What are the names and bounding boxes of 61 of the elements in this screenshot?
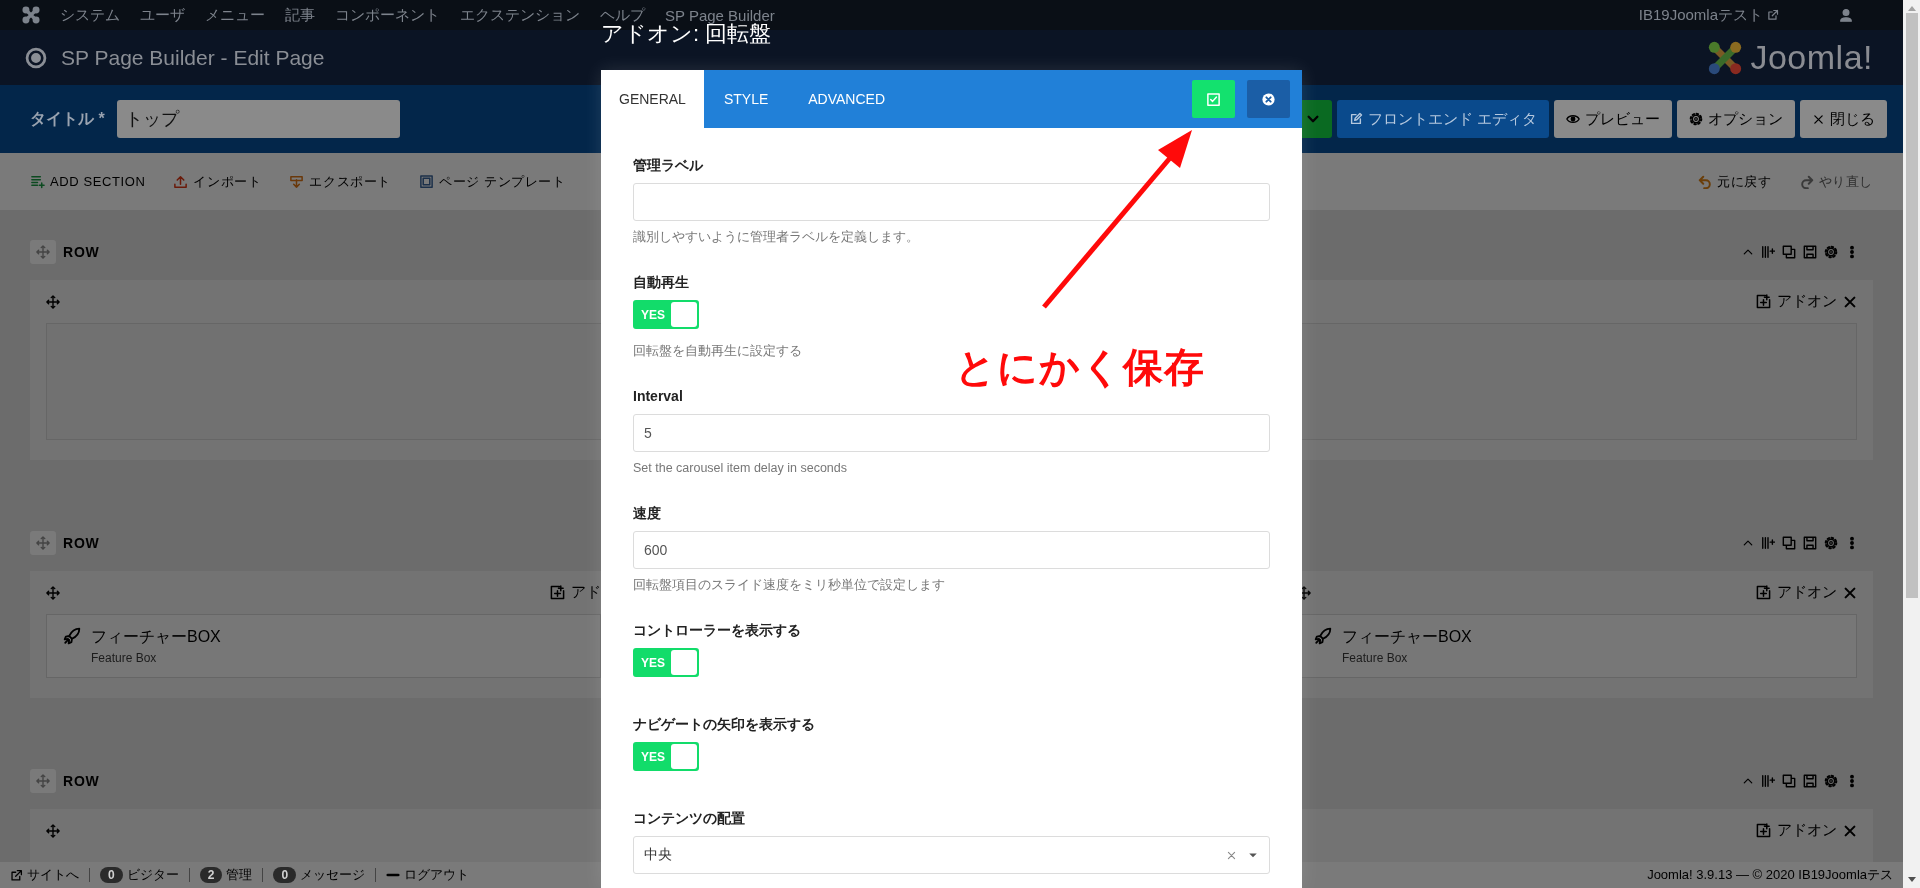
- toolbar-button[interactable]: プレビュー: [1554, 100, 1672, 138]
- row-label: ROW: [63, 244, 100, 260]
- addon-card[interactable]: フィーチャーBOX Feature Box: [46, 614, 601, 678]
- page-title: SP Page Builder - Edit Page: [61, 45, 326, 70]
- title-label: タイトル *: [30, 108, 105, 129]
- menu-item[interactable]: メニュー: [205, 5, 265, 25]
- menu-item[interactable]: システム: [60, 5, 120, 25]
- field-label: 速度: [633, 504, 662, 522]
- row-label: ROW: [63, 773, 100, 789]
- addon-subtitle: Feature Box: [91, 651, 158, 665]
- field-label: ナビゲートの矢印を表示する: [633, 715, 816, 733]
- toolbar-action[interactable]: ADD SECTION: [30, 174, 146, 189]
- tab[interactable]: STYLE: [703, 70, 789, 128]
- menu-item[interactable]: 記事: [285, 5, 315, 25]
- logo-text: Joomla!: [1750, 38, 1873, 77]
- annotation-text: とにかく保存: [955, 344, 1205, 391]
- menu-item[interactable]: ユーザ: [140, 5, 185, 25]
- status-link[interactable]: ビジター: [126, 866, 179, 884]
- addon-title: フィーチャーBOX: [1342, 627, 1472, 647]
- field-label: コントローラーを表示する: [633, 621, 802, 639]
- menu-item[interactable]: ヘルプ: [600, 5, 645, 25]
- menu-item[interactable]: SP Page Builder: [665, 6, 775, 24]
- title-field[interactable]: トップ: [116, 100, 400, 138]
- help-text: 回転盤を自動再生に設定する: [633, 343, 803, 359]
- input-field[interactable]: 5: [633, 414, 1270, 452]
- addon-subtitle: Feature Box: [1342, 651, 1409, 665]
- add-addon-link[interactable]: アドオン: [1777, 821, 1837, 840]
- status-link[interactable]: 管理: [226, 866, 253, 884]
- row-label: ROW: [63, 535, 100, 551]
- copyright-text: Joomla! 3.9.13 — © 2020 IB19Joomlaテス: [1647, 866, 1893, 884]
- add-addon-link[interactable]: アドオン: [1777, 583, 1837, 602]
- addon-title: フィーチャーBOX: [91, 627, 221, 647]
- tab[interactable]: GENERAL: [601, 70, 704, 128]
- count-badge: 0: [273, 867, 297, 883]
- field-label: 自動再生: [633, 273, 690, 291]
- undo-button[interactable]: 元に戻す: [1698, 172, 1772, 191]
- menu-item[interactable]: エクステンション: [460, 5, 580, 25]
- toolbar-button[interactable]: オプション: [1677, 100, 1795, 138]
- menu-item[interactable]: コンポーネント: [335, 5, 440, 25]
- help-text: Set the carousel item delay in seconds: [633, 460, 848, 476]
- count-badge: 0: [100, 867, 123, 883]
- toolbar-action[interactable]: インポート: [173, 172, 262, 191]
- count-badge: 2: [199, 867, 223, 883]
- input-field[interactable]: 600: [633, 531, 1270, 569]
- field-label: Interval: [633, 387, 684, 405]
- toolbar-button[interactable]: 閉じる: [1800, 100, 1887, 138]
- tab[interactable]: ADVANCED: [788, 70, 906, 128]
- status-link[interactable]: メッセージ: [300, 866, 366, 884]
- site-link[interactable]: IB19Joomlaテスト: [1638, 5, 1763, 25]
- help-text: 識別しやすいように管理者ラベルを定義します。: [633, 229, 920, 245]
- add-addon-link[interactable]: アド: [571, 583, 601, 602]
- toolbar-button[interactable]: フロントエンド エディタ: [1336, 100, 1549, 138]
- select-field[interactable]: 中央: [633, 836, 1270, 874]
- toolbar-action[interactable]: エクスポート: [289, 172, 392, 191]
- field-label: コンテンツの配置: [633, 809, 746, 827]
- toolbar-action[interactable]: ページ テンプレート: [419, 172, 566, 191]
- status-link[interactable]: ログアウト: [404, 866, 470, 884]
- add-addon-link[interactable]: アドオン: [1777, 292, 1837, 311]
- status-link[interactable]: サイトへ: [27, 866, 79, 884]
- help-text: 回転盤項目のスライド速度をミリ秒単位で設定します: [633, 577, 946, 593]
- field-label: 管理ラベル: [633, 156, 704, 174]
